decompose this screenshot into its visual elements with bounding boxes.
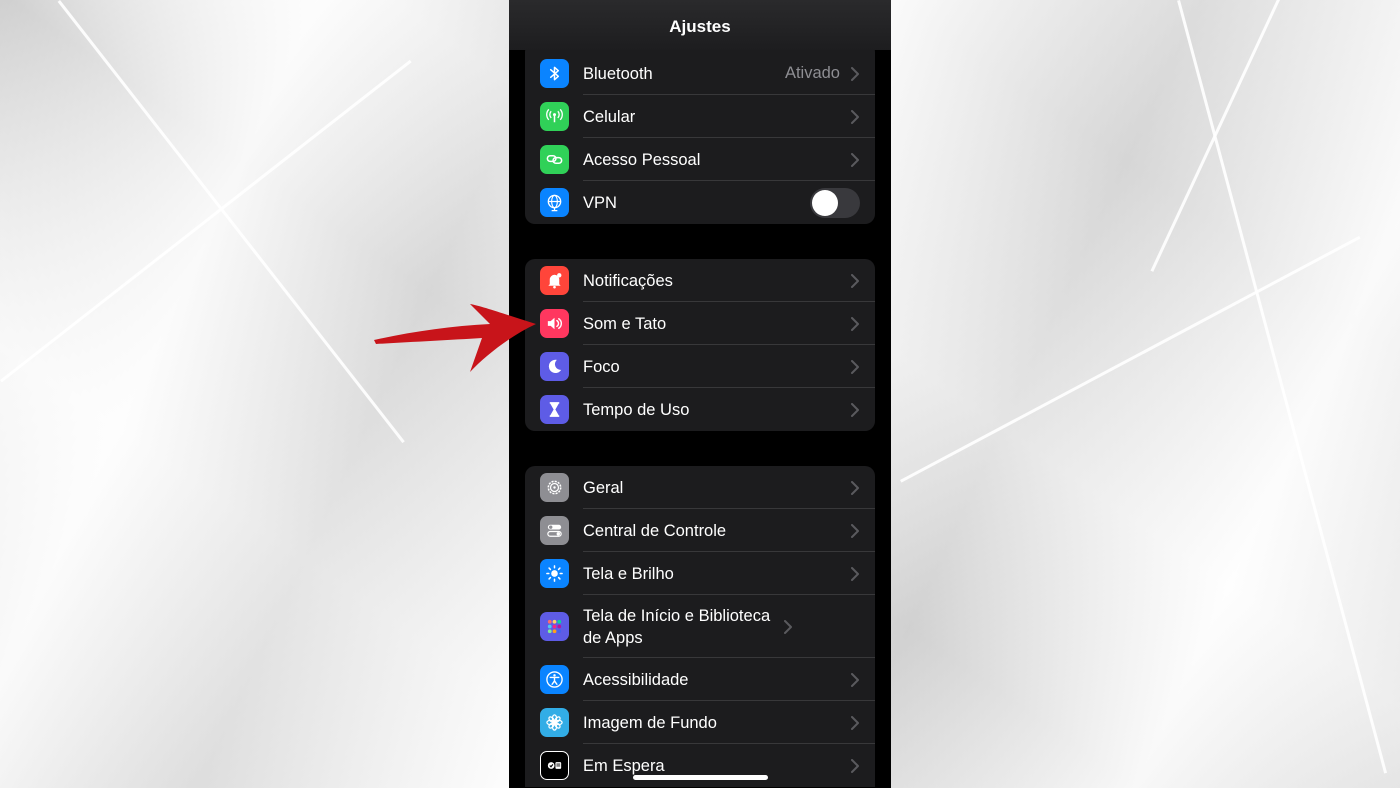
navigation-bar: Ajustes [509, 0, 891, 50]
settings-row-label: Som e Tato [583, 314, 667, 333]
bell-icon [540, 266, 569, 295]
chevron-right-icon [851, 523, 859, 538]
globe-icon [540, 188, 569, 217]
app-grid-icon [540, 612, 569, 641]
settings-row-label: Acesso Pessoal [583, 150, 701, 169]
speaker-icon [540, 309, 569, 338]
settings-row-bluetooth[interactable]: Bluetooth Ativado [525, 52, 875, 95]
settings-row-label: Central de Controle [583, 521, 727, 540]
chevron-right-icon [851, 758, 859, 773]
chevron-right-icon [851, 152, 859, 167]
settings-row-tela-e-brilho[interactable]: Tela e Brilho [525, 552, 875, 595]
settings-group-connectivity: Bluetooth Ativado Celular Acesso Pessoal [525, 42, 875, 224]
settings-row-imagem-de-fundo[interactable]: Imagem de Fundo [525, 701, 875, 744]
settings-row-label: Geral [583, 478, 624, 497]
bluetooth-status: Ativado [784, 64, 840, 82]
settings-row-label: Foco [583, 357, 620, 376]
settings-row-geral[interactable]: Geral [525, 466, 875, 509]
annotation-arrow-icon [374, 304, 536, 372]
settings-row-acesso-pessoal[interactable]: Acesso Pessoal [525, 138, 875, 181]
standby-icon [540, 751, 569, 780]
chevron-right-icon [784, 619, 792, 634]
chevron-right-icon [851, 402, 859, 417]
page-title: Ajustes [669, 17, 731, 36]
settings-group-notifications: Notificações Som e Tato Foco Tempo de Us… [525, 259, 875, 431]
vpn-toggle[interactable] [810, 187, 860, 218]
chevron-right-icon [851, 109, 859, 124]
settings-row-label: Em Espera [583, 756, 665, 775]
settings-row-som-e-tato[interactable]: Som e Tato [525, 302, 875, 345]
toggle-knob [812, 189, 838, 216]
settings-row-notificacoes[interactable]: Notificações [525, 259, 875, 302]
settings-row-label: VPN [583, 193, 617, 212]
chevron-right-icon [851, 316, 859, 331]
settings-row-label: Tela e Brilho [583, 564, 674, 583]
settings-row-label: Acessibilidade [583, 670, 689, 689]
gear-icon [540, 473, 569, 502]
chevron-right-icon [851, 672, 859, 687]
settings-row-label: Tempo de Uso [583, 400, 690, 419]
settings-group-general: Geral Central de Controle Tela e Brilho … [525, 466, 875, 787]
hourglass-icon [540, 395, 569, 424]
antenna-icon [540, 102, 569, 131]
settings-row-em-espera[interactable]: Em Espera [525, 744, 875, 787]
settings-row-foco[interactable]: Foco [525, 345, 875, 388]
home-indicator[interactable] [633, 775, 768, 780]
switches-icon [540, 516, 569, 545]
settings-row-acessibilidade[interactable]: Acessibilidade [525, 658, 875, 701]
settings-row-label: Bluetooth [583, 64, 653, 83]
chevron-right-icon [851, 715, 859, 730]
chevron-right-icon [851, 566, 859, 581]
settings-row-tempo-de-uso[interactable]: Tempo de Uso [525, 388, 875, 431]
chevron-right-icon [851, 66, 859, 81]
settings-row-central-de-controle[interactable]: Central de Controle [525, 509, 875, 552]
chevron-right-icon [851, 359, 859, 374]
sun-icon [540, 559, 569, 588]
settings-row-tela-de-inicio[interactable]: Tela de Início e Biblioteca de Apps [525, 595, 875, 658]
accessibility-icon [540, 665, 569, 694]
link-icon [540, 145, 569, 174]
chevron-right-icon [851, 480, 859, 495]
settings-row-label: Notificações [583, 271, 673, 290]
flower-icon [540, 708, 569, 737]
settings-row-label: Tela de Início e Biblioteca de Apps [583, 606, 771, 647]
chevron-right-icon [851, 273, 859, 288]
moon-icon [540, 352, 569, 381]
settings-row-label: Celular [583, 107, 636, 126]
settings-row-label: Imagem de Fundo [583, 713, 717, 732]
settings-row-vpn[interactable]: VPN [525, 181, 875, 224]
phone-screen: Ajustes Bluetooth Ativado Celular Acesso… [509, 0, 891, 788]
settings-row-celular[interactable]: Celular [525, 95, 875, 138]
bluetooth-icon [540, 59, 569, 88]
